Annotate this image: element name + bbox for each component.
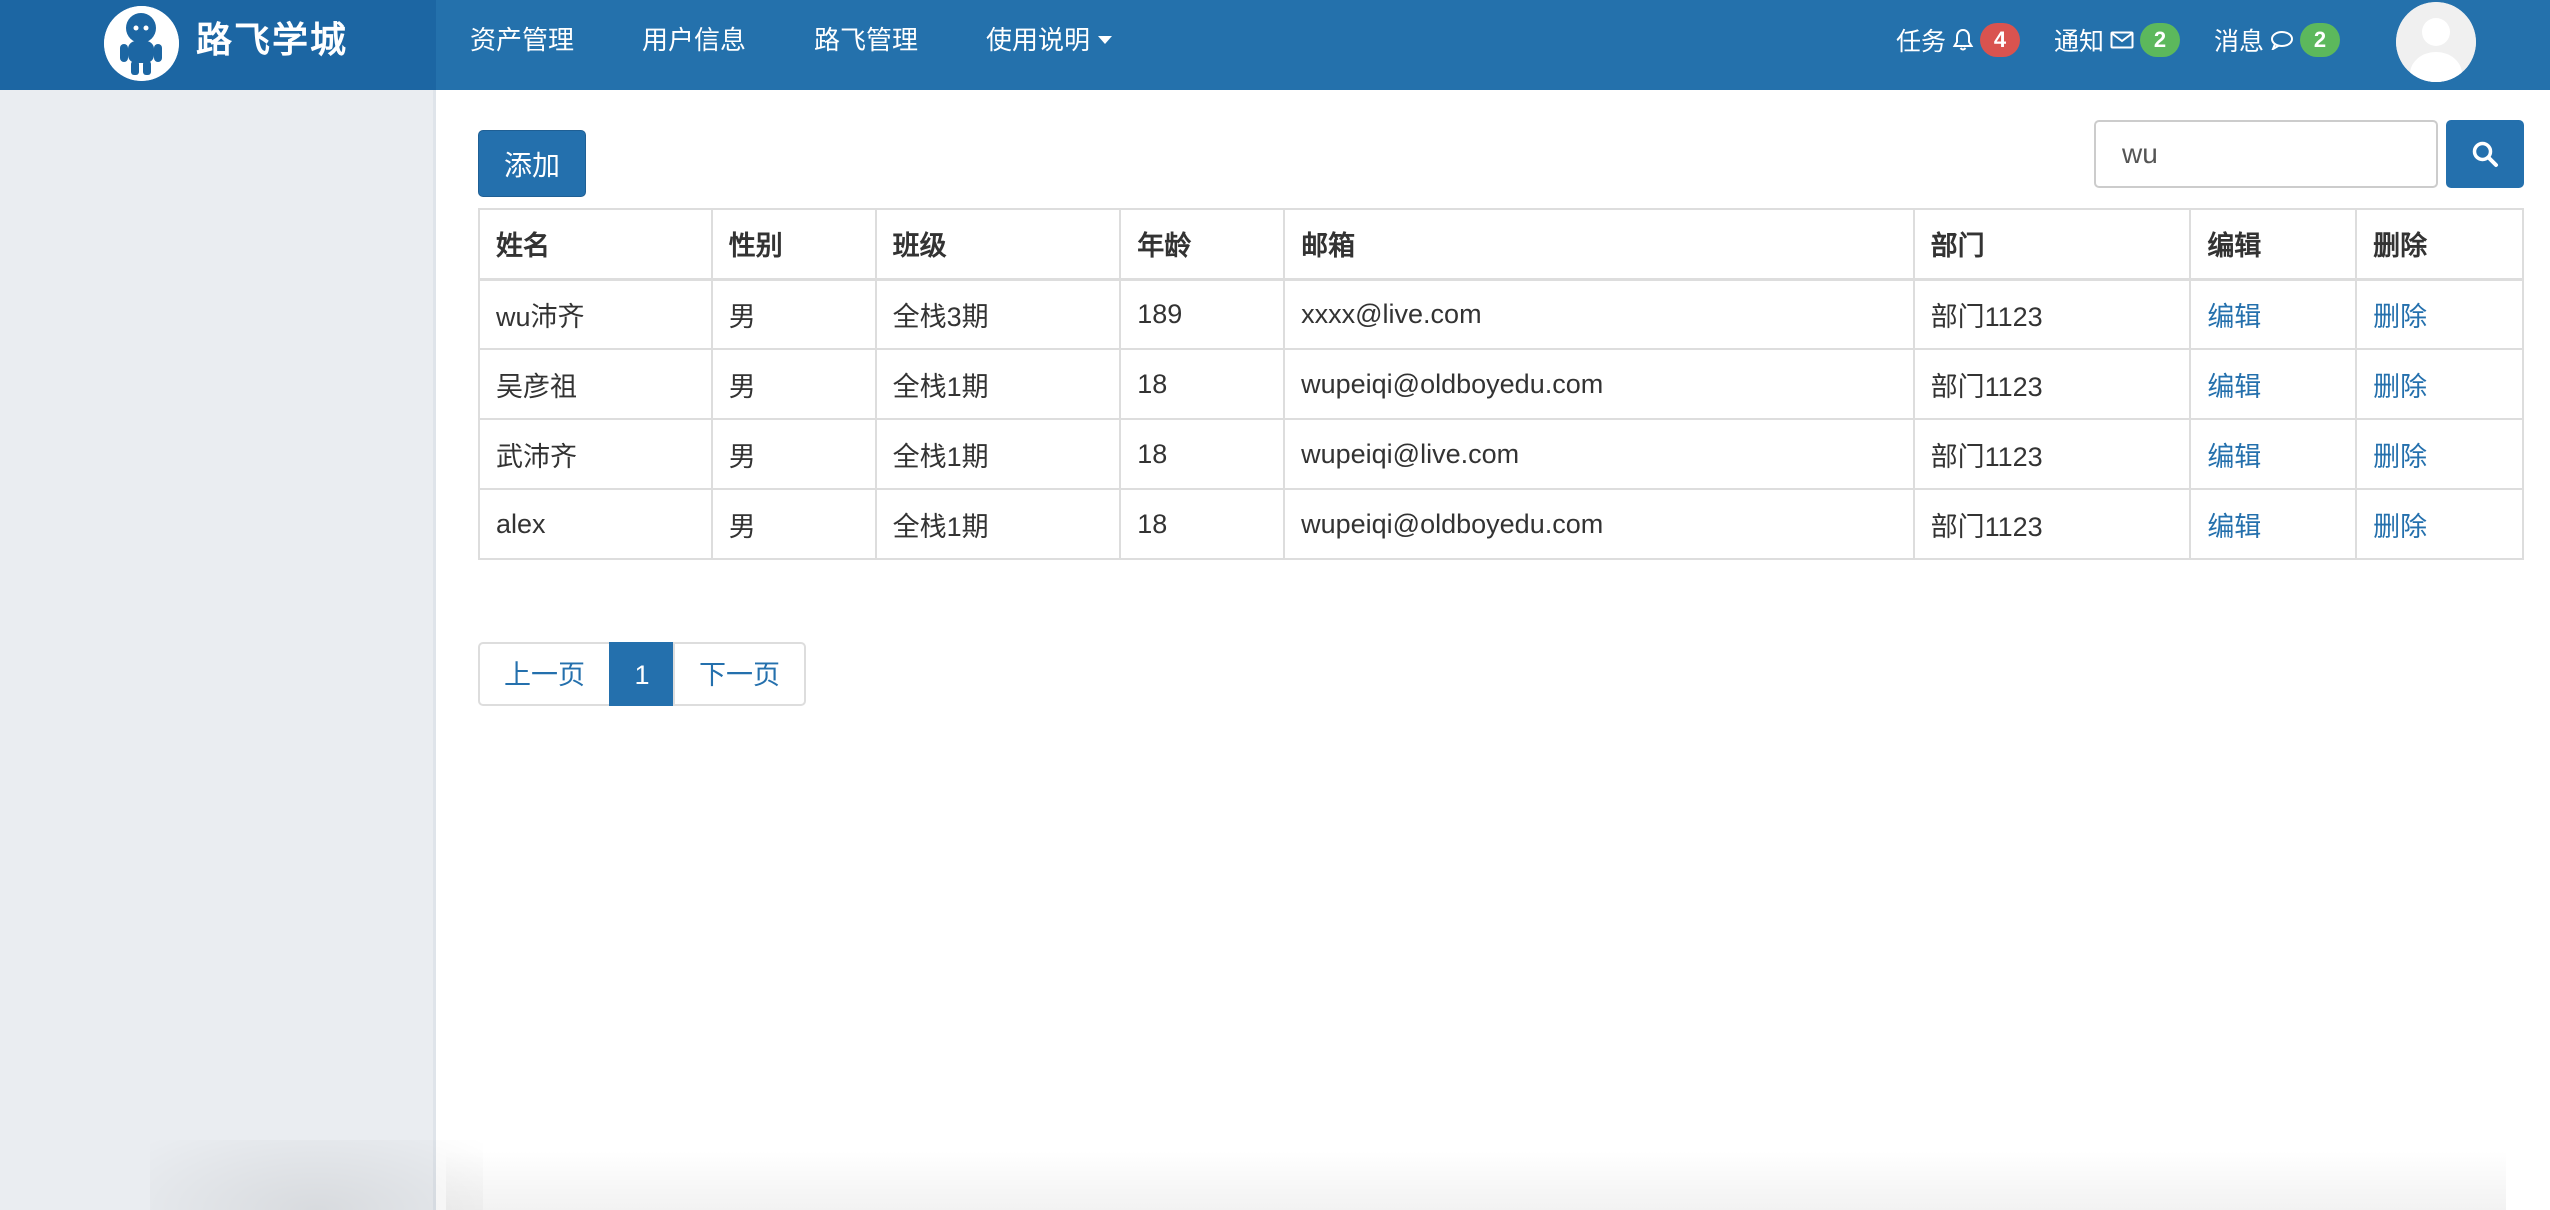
nav-item-label: 使用说明 (986, 25, 1091, 55)
cell-delete: 删除 (2355, 488, 2524, 560)
column-header: 班级 (874, 208, 1122, 281)
cell-name: wu沛齐 (478, 278, 713, 350)
prev-page-button[interactable]: 上一页 (478, 642, 611, 706)
table-row: 武沛齐 男 全栈1期 18 wupeiqi@live.com 部门1123 编辑… (478, 418, 2524, 490)
notices-link[interactable]: 通知 2 (2054, 0, 2180, 80)
table-row: alex 男 全栈1期 18 wupeiqi@oldboyedu.com 部门1… (478, 488, 2524, 560)
notices-label: 通知 (2053, 28, 2104, 56)
cell-name: alex (478, 488, 713, 560)
cell-gender: 男 (710, 348, 877, 420)
nav-item-assets[interactable]: 资产管理 (436, 0, 608, 80)
page-bottom-shadow (446, 1150, 2506, 1210)
pagination: 上一页 1 下一页 (478, 642, 806, 706)
column-header: 编辑 (2189, 208, 2358, 281)
cell-edit: 编辑 (2189, 488, 2358, 560)
cell-delete: 删除 (2355, 348, 2524, 420)
tasks-link[interactable]: 任务 4 (1896, 0, 2020, 80)
cell-gender: 男 (710, 418, 877, 490)
nav-item-users[interactable]: 用户信息 (608, 0, 780, 80)
cell-age: 18 (1119, 418, 1286, 490)
envelope-icon (2110, 31, 2134, 49)
search-button[interactable] (2446, 120, 2524, 188)
add-button[interactable]: 添加 (478, 130, 586, 197)
next-page-button[interactable]: 下一页 (673, 642, 806, 706)
tasks-label: 任务 (1895, 28, 1946, 56)
nav-item-help-dropdown[interactable]: 使用说明 (952, 0, 1146, 80)
table-header-row: 姓名 性别 班级 年龄 邮箱 部门 编辑 删除 (478, 208, 2524, 281)
cell-delete: 删除 (2355, 418, 2524, 490)
column-header: 年龄 (1119, 208, 1286, 281)
cell-delete: 删除 (2355, 278, 2524, 350)
cell-age: 189 (1119, 278, 1286, 350)
search-icon (2472, 141, 2498, 167)
nav-item-label: 路飞管理 (814, 25, 919, 55)
cell-dept: 部门1123 (1912, 278, 2192, 350)
cell-email: wupeiqi@oldboyedu.com (1283, 488, 1915, 560)
cell-age: 18 (1119, 348, 1286, 420)
page-1-button[interactable]: 1 (609, 642, 675, 706)
table-row: wu沛齐 男 全栈3期 189 xxxx@live.com 部门1123 编辑 … (478, 278, 2524, 350)
cell-gender: 男 (710, 488, 877, 560)
column-header: 姓名 (478, 208, 713, 281)
column-header: 邮箱 (1283, 208, 1915, 281)
brand[interactable]: 路飞学城 (0, 0, 436, 90)
column-header: 性别 (710, 208, 877, 281)
user-table: 姓名 性别 班级 年龄 邮箱 部门 编辑 删除 wu沛齐 男 全栈3期 189 … (478, 208, 2524, 560)
comment-icon (2271, 31, 2293, 50)
cell-dept: 部门1123 (1912, 418, 2192, 490)
user-avatar-icon[interactable] (2396, 2, 2476, 82)
table-row: 吴彦祖 男 全栈1期 18 wupeiqi@oldboyedu.com 部门11… (478, 348, 2524, 420)
bell-icon (1952, 28, 1974, 51)
cell-name: 吴彦祖 (478, 348, 713, 420)
notices-count-badge: 2 (2139, 23, 2180, 57)
messages-label: 消息 (2213, 28, 2264, 56)
edit-link[interactable]: 编辑 (2207, 442, 2261, 472)
cell-dept: 部门1123 (1912, 488, 2192, 560)
cell-email: xxxx@live.com (1283, 278, 1915, 350)
edit-link[interactable]: 编辑 (2207, 512, 2261, 542)
delete-link[interactable]: 删除 (2373, 302, 2427, 332)
brand-title: 路飞学城 (196, 19, 349, 60)
main-nav: 资产管理 用户信息 路飞管理 使用说明 (436, 0, 1146, 80)
edit-link[interactable]: 编辑 (2207, 302, 2261, 332)
cell-edit: 编辑 (2189, 348, 2358, 420)
cell-class: 全栈1期 (874, 348, 1122, 420)
cell-class: 全栈1期 (874, 418, 1122, 490)
column-header: 部门 (1912, 208, 2192, 281)
cell-email: wupeiqi@oldboyedu.com (1283, 348, 1915, 420)
edit-link[interactable]: 编辑 (2207, 372, 2261, 402)
mascot-logo-icon (104, 6, 179, 81)
header-right: 任务 4 通知 2 消息 2 (1896, 0, 2550, 82)
cell-gender: 男 (710, 278, 877, 350)
cell-class: 全栈1期 (874, 488, 1122, 560)
cell-dept: 部门1123 (1912, 348, 2192, 420)
cell-age: 18 (1119, 488, 1286, 560)
messages-link[interactable]: 消息 2 (2214, 0, 2340, 80)
delete-link[interactable]: 删除 (2373, 442, 2427, 472)
column-header: 删除 (2355, 208, 2524, 281)
caret-down-icon (1098, 36, 1113, 44)
nav-item-label: 用户信息 (642, 25, 747, 55)
cell-class: 全栈3期 (874, 278, 1122, 350)
messages-count-badge: 2 (2300, 23, 2340, 57)
left-sidebar (0, 90, 483, 1210)
cell-name: 武沛齐 (478, 418, 713, 490)
delete-link[interactable]: 删除 (2373, 512, 2427, 542)
cell-email: wupeiqi@live.com (1283, 418, 1915, 490)
search-input[interactable] (2094, 120, 2438, 188)
delete-link[interactable]: 删除 (2373, 372, 2427, 402)
nav-item-luffy[interactable]: 路飞管理 (780, 0, 952, 80)
cell-edit: 编辑 (2189, 278, 2358, 350)
top-navbar: 路飞学城 资产管理 用户信息 路飞管理 使用说明 任务 4 通知 2 消息 2 (0, 0, 2550, 90)
tasks-count-badge: 4 (1979, 23, 2020, 57)
nav-item-label: 资产管理 (470, 25, 575, 55)
cell-edit: 编辑 (2189, 418, 2358, 490)
